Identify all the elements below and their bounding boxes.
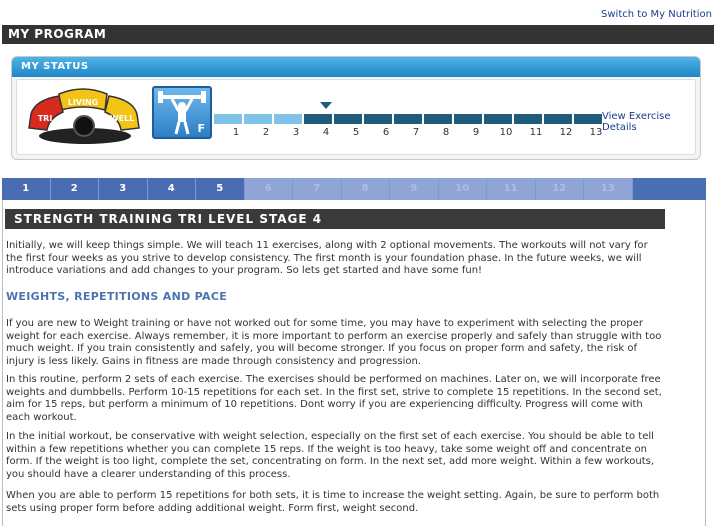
progress-segment <box>364 114 392 124</box>
logo-word-well: WELL <box>110 114 134 123</box>
week-tab-3[interactable]: 3 <box>99 178 148 200</box>
logo-word-tri: TRI <box>38 114 53 123</box>
main-content: STRENGTH TRAINING TRI LEVEL STAGE 4 Init… <box>2 200 706 526</box>
paragraph-weight-selection: If you are new to Weight training or hav… <box>6 318 662 367</box>
week-tab-7[interactable]: 7 <box>293 178 342 200</box>
week-tab-2[interactable]: 2 <box>50 178 99 200</box>
progress-step-label: 8 <box>442 127 450 138</box>
progress-segment <box>214 114 242 124</box>
progress-step-label: 7 <box>412 127 420 138</box>
paragraph-sets: In this routine, perform 2 sets of each … <box>6 374 662 423</box>
intro-paragraph: Initially, we will keep things simple. W… <box>6 240 648 276</box>
progress-step-label: 4 <box>322 127 330 138</box>
paragraph-initial-workout: In the initial workout, be conservative … <box>6 431 655 480</box>
page-title: MY PROGRAM <box>2 25 714 44</box>
week-tab-bar: 1 2 3 4 5 6 7 8 9 10 11 12 13 <box>2 178 706 200</box>
progress-step-label: 12 <box>559 127 573 138</box>
stage-title: STRENGTH TRAINING TRI LEVEL STAGE 4 <box>5 209 665 229</box>
progress-segment <box>514 114 542 124</box>
week-tab-4[interactable]: 4 <box>147 178 196 200</box>
view-exercise-details-link[interactable]: View Exercise Details <box>602 111 695 133</box>
week-tab-8[interactable]: 8 <box>341 178 390 200</box>
week-tab-1[interactable]: 1 <box>2 178 51 200</box>
week-tab-6[interactable]: 6 <box>244 178 293 200</box>
progress-step-label: 5 <box>352 127 360 138</box>
progress-step-label: 3 <box>292 127 300 138</box>
progress-segment <box>574 114 602 124</box>
week-tab-12[interactable]: 12 <box>535 178 584 200</box>
progress-step-label: 9 <box>472 127 480 138</box>
status-content: LIVING TRI WELL F 1 2 3 4 5 6 7 8 9 10 11 12 13 View… <box>16 79 696 155</box>
progress-step-label: 6 <box>382 127 390 138</box>
week-tab-9[interactable]: 9 <box>390 178 439 200</box>
progress-segment <box>304 114 332 124</box>
switch-to-nutrition-link[interactable]: Switch to My Nutrition <box>601 9 712 20</box>
progress-segment <box>334 114 362 124</box>
progress-step-label: 1 <box>232 127 240 138</box>
week-tab-5[interactable]: 5 <box>196 178 245 200</box>
paragraph-increase-weight: When you are able to perform 15 repetiti… <box>6 490 660 514</box>
living-tri-well-logo: LIVING TRI WELL <box>28 88 140 144</box>
logo-word-living: LIVING <box>68 98 99 107</box>
progress-segment <box>454 114 482 124</box>
weightlifter-fitness-icon: F <box>152 86 212 139</box>
current-step-marker-icon <box>320 102 332 109</box>
progress-segment <box>424 114 452 124</box>
top-bar: Switch to My Nutrition <box>0 0 720 24</box>
week-tab-11[interactable]: 11 <box>487 178 536 200</box>
section-subheading: WEIGHTS, REPETITIONS AND PACE <box>6 290 228 303</box>
progress-segment <box>274 114 302 124</box>
fitness-letter: F <box>197 122 205 135</box>
progress-step-label: 2 <box>262 127 270 138</box>
week-tab-10[interactable]: 10 <box>438 178 487 200</box>
progress-segment <box>244 114 272 124</box>
week-tab-13[interactable]: 13 <box>584 178 633 200</box>
progress-step-label: 11 <box>529 127 543 138</box>
status-panel: MY STATUS LIVING TRI WELL F 123456789 10… <box>11 56 701 160</box>
progress-step-label: 10 <box>499 127 513 138</box>
progress-segment <box>544 114 572 124</box>
progress-segment <box>394 114 422 124</box>
progress-segment <box>484 114 512 124</box>
status-title: MY STATUS <box>12 57 700 77</box>
